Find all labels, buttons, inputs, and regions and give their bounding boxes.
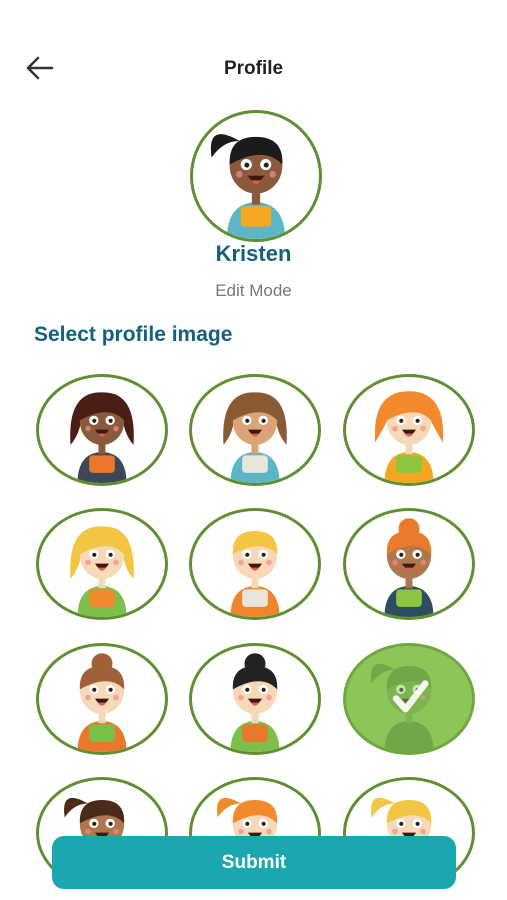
avatar-illustration — [210, 134, 286, 239]
avatar-illustration — [223, 392, 287, 483]
avatar-option[interactable] — [189, 508, 321, 620]
avatar-illustration — [70, 392, 134, 483]
avatar-option[interactable] — [36, 643, 168, 755]
avatar-illustration — [384, 518, 434, 617]
avatar-illustration — [230, 653, 280, 752]
page-title: Profile — [223, 58, 284, 79]
avatar-illustration — [77, 653, 127, 752]
avatar-option[interactable] — [189, 374, 321, 486]
avatar-illustration — [374, 391, 444, 483]
avatar-option-selected[interactable] — [343, 643, 475, 755]
app-header: Profile — [0, 0, 507, 100]
avatar-option[interactable] — [189, 643, 321, 755]
avatar-option[interactable] — [36, 508, 168, 620]
submit-button[interactable]: Submit — [52, 836, 456, 889]
avatar-option[interactable] — [343, 374, 475, 486]
section-title: Select profile image — [34, 323, 233, 346]
current-avatar — [190, 110, 322, 242]
edit-mode-label: Edit Mode — [215, 281, 292, 300]
avatar-illustration — [230, 531, 280, 617]
profile-name: Kristen — [215, 241, 292, 266]
avatar-option[interactable] — [36, 374, 168, 486]
avatar-option[interactable] — [343, 508, 475, 620]
avatar-illustration — [371, 663, 434, 752]
avatar-illustration — [70, 526, 134, 617]
